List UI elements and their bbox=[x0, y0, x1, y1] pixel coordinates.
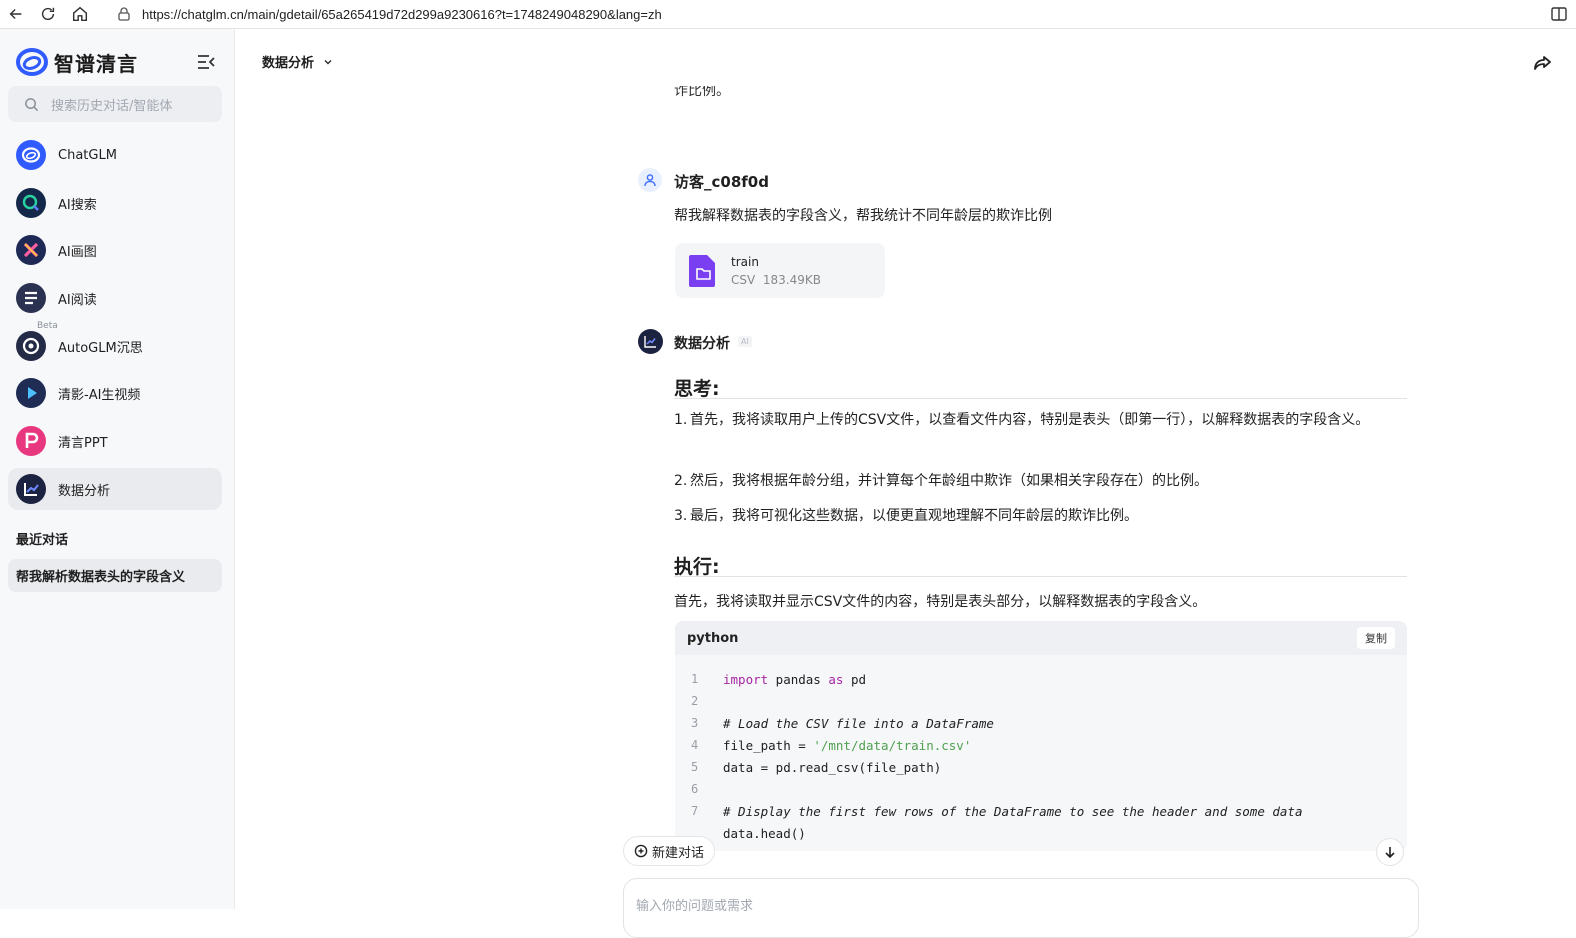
tab-actions-icon[interactable] bbox=[1550, 5, 1568, 23]
exec-heading: 执行: bbox=[674, 556, 720, 578]
zhipu-logo-icon bbox=[16, 48, 48, 76]
reload-button[interactable] bbox=[32, 0, 64, 28]
user-avatar bbox=[638, 168, 662, 192]
sidebar-item-label: AI阅读 bbox=[58, 292, 97, 308]
share-icon[interactable] bbox=[1532, 52, 1554, 74]
video-icon bbox=[16, 378, 46, 408]
home-button[interactable] bbox=[64, 0, 96, 28]
code-header: python 复制 bbox=[675, 621, 1407, 655]
sidebar: 智谱清言 搜索历史对话/智能体 ChatGLM AI搜索 AI画图 AI阅读 B… bbox=[0, 29, 235, 909]
beta-badge: Beta bbox=[36, 321, 59, 331]
code-body: 1 import pandas as pd 2 3 # Load the CSV f… bbox=[675, 655, 1407, 844]
user-message: 帮我解释数据表的字段含义，帮我统计不同年龄层的欺诈比例 bbox=[674, 208, 1052, 224]
user-icon bbox=[644, 174, 656, 187]
sidebar-item-label: AI搜索 bbox=[58, 197, 97, 213]
chat-input[interactable]: 输入你的问题或需求 bbox=[623, 878, 1419, 938]
code-block: python 复制 1 import pandas as pd 2 3 # Load… bbox=[675, 621, 1407, 851]
agent-title: 数据分析 bbox=[262, 56, 315, 71]
exec-text: 首先，我将读取并显示CSV文件的内容，特别是表头部分，以解释数据表的字段含义。 bbox=[674, 594, 1207, 610]
step-item: 1. 首先，我将读取用户上传的CSV文件，以查看文件内容，特别是表头（即第一行）… bbox=[674, 412, 1370, 428]
file-attachment[interactable]: train CSV 183.49KB bbox=[675, 243, 885, 298]
think-heading: 思考: bbox=[674, 378, 720, 400]
data-analysis-icon bbox=[16, 474, 46, 504]
code-line: 5 data = pd.read_csv(file_path) bbox=[691, 759, 942, 775]
file-name: train bbox=[731, 254, 759, 269]
step-item: 2. 然后，我将根据年龄分组，并计算每个年龄组中欺诈（如果相关字段存在）的比例。 bbox=[674, 473, 1208, 489]
new-chat-label: 新建对话 bbox=[652, 845, 705, 861]
address-bar[interactable]: https://chatglm.cn/main/gdetail/65a26541… bbox=[108, 0, 662, 28]
input-placeholder: 输入你的问题或需求 bbox=[636, 899, 754, 914]
sidebar-item-ppt[interactable]: 清言PPT bbox=[8, 420, 222, 462]
plus-circle-icon bbox=[634, 844, 648, 858]
arrow-down-icon bbox=[1385, 847, 1395, 859]
recent-heading: 最近对话 bbox=[16, 533, 69, 548]
home-icon bbox=[72, 6, 88, 22]
bot-avatar bbox=[638, 329, 663, 354]
file-icon bbox=[689, 254, 715, 287]
brand-logo[interactable]: 智谱清言 bbox=[16, 46, 138, 78]
code-line: data.head() bbox=[723, 825, 806, 841]
autoglm-icon bbox=[16, 331, 46, 361]
sidebar-item-label: 清言PPT bbox=[58, 435, 108, 451]
sidebar-item-label: 数据分析 bbox=[58, 483, 111, 499]
data-analysis-icon bbox=[644, 336, 656, 348]
divider bbox=[674, 398, 1407, 399]
browser-toolbar: https://chatglm.cn/main/gdetail/65a26541… bbox=[0, 0, 1576, 29]
lock-icon bbox=[118, 7, 130, 21]
step-item: 3. 最后，我将可视化这些数据，以便更直观地理解不同年龄层的欺诈比例。 bbox=[674, 508, 1138, 524]
code-line: 1 import pandas as pd bbox=[691, 671, 867, 687]
code-language: python bbox=[687, 630, 739, 646]
ppt-icon bbox=[16, 426, 46, 456]
code-line: 6 bbox=[691, 782, 699, 796]
recent-chat-item[interactable]: 帮我解析数据表头的字段含义 bbox=[8, 559, 222, 592]
reload-icon bbox=[41, 7, 55, 21]
sidebar-item-autoglm[interactable]: Beta AutoGLM沉思 bbox=[8, 321, 222, 367]
sidebar-search[interactable]: 搜索历史对话/智能体 bbox=[8, 86, 222, 122]
sidebar-item-ai-search[interactable]: AI搜索 bbox=[8, 182, 222, 224]
search-icon bbox=[25, 97, 39, 111]
truncated-message-text: 诈比例。 bbox=[674, 86, 730, 99]
divider bbox=[674, 576, 1407, 577]
brand-name: 智谱清言 bbox=[54, 51, 138, 76]
back-button[interactable] bbox=[0, 0, 32, 28]
agent-title-dropdown[interactable]: 数据分析 bbox=[262, 52, 334, 71]
sidebar-item-data-analysis[interactable]: 数据分析 bbox=[8, 468, 222, 510]
code-line: 7 # Display the first few rows of the Dat… bbox=[691, 803, 1303, 819]
code-line: 3 # Load the CSV file into a DataFrame bbox=[691, 715, 994, 731]
scroll-to-bottom-button[interactable] bbox=[1376, 838, 1404, 866]
file-type: CSV bbox=[731, 272, 756, 287]
code-line: 4 file_path = '/mnt/data/train.csv' bbox=[691, 737, 972, 753]
sidebar-item-label: ChatGLM bbox=[58, 147, 117, 163]
user-name: 访客_c08f0d bbox=[674, 173, 769, 191]
ai-read-icon bbox=[16, 283, 46, 313]
sidebar-item-video[interactable]: 清影-AI生视频 bbox=[8, 372, 222, 414]
ai-paint-icon bbox=[16, 235, 46, 265]
search-placeholder: 搜索历史对话/智能体 bbox=[51, 98, 173, 114]
sidebar-item-label: AI画图 bbox=[58, 244, 97, 260]
ai-search-icon bbox=[16, 188, 46, 218]
sidebar-item-chatglm[interactable]: ChatGLM bbox=[8, 134, 222, 176]
code-line: 2 bbox=[691, 694, 699, 708]
bot-name: 数据分析 bbox=[674, 336, 730, 352]
file-meta: CSV 183.49KB bbox=[731, 273, 821, 287]
sidebar-item-label: AutoGLM沉思 bbox=[58, 340, 143, 356]
arrow-left-icon bbox=[9, 8, 22, 20]
sidebar-item-ai-paint[interactable]: AI画图 bbox=[8, 229, 222, 271]
new-chat-button[interactable]: 新建对话 bbox=[623, 836, 716, 866]
file-size: 183.49KB bbox=[762, 272, 821, 287]
copy-button[interactable]: 复制 bbox=[1357, 627, 1395, 649]
url-text: https://chatglm.cn/main/gdetail/65a26541… bbox=[142, 6, 662, 22]
ai-tag: AI bbox=[738, 336, 752, 347]
collapse-sidebar-icon[interactable] bbox=[195, 51, 217, 73]
chatglm-icon bbox=[16, 140, 46, 170]
sidebar-item-ai-read[interactable]: AI阅读 bbox=[8, 277, 222, 319]
sidebar-item-label: 清影-AI生视频 bbox=[58, 387, 141, 403]
chevron-down-icon bbox=[324, 59, 332, 65]
